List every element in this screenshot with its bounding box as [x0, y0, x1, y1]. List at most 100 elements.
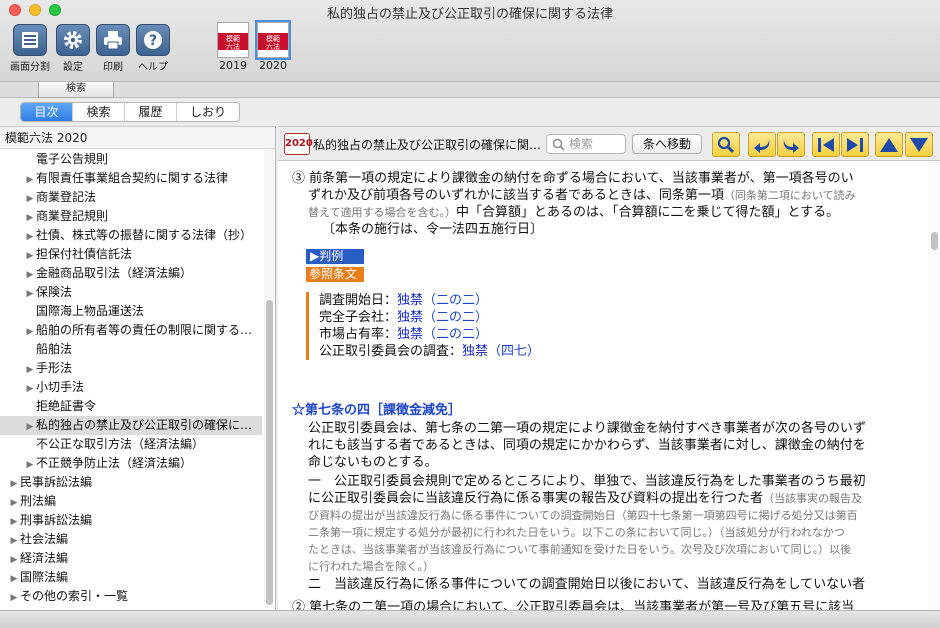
disclosure-triangle-icon[interactable]: ▶: [8, 570, 20, 587]
text-line: 命じないものとする。: [308, 455, 438, 470]
disclosure-triangle-icon[interactable]: ▶: [24, 323, 36, 340]
disclosure-triangle-icon[interactable]: ▶: [8, 494, 20, 511]
disclosure-triangle-icon[interactable]: ▶: [8, 513, 20, 530]
reference-term: 調査開始日：: [319, 293, 398, 308]
tree-item[interactable]: ▶ 刑法編: [0, 492, 262, 511]
tree-item[interactable]: ▶ 刑事訴訟法編: [0, 511, 262, 530]
tree-item-label: 商業登記法: [36, 190, 97, 204]
tree-item-label: 電子公告規則: [36, 152, 109, 166]
document-scrollbar[interactable]: [928, 162, 940, 611]
reference-term: 公正取引委員会の調査：: [319, 344, 463, 359]
tree-item-label: 社会法編: [20, 532, 69, 546]
disclosure-triangle-icon[interactable]: ▶: [24, 190, 36, 207]
triangle-down-icon: [910, 137, 928, 152]
text-line: 一 公正取引委員会規則で定めるところにより、単独で、当該違反行為をした事業者のう…: [308, 474, 866, 489]
disclosure-triangle-icon[interactable]: ▶: [24, 361, 36, 378]
contents-header: 模範六法 2020: [0, 127, 275, 149]
reference-link[interactable]: 独禁: [397, 310, 423, 325]
disclosure-triangle-icon[interactable]: ▶: [8, 475, 20, 492]
scroll-up-button[interactable]: [875, 132, 903, 157]
tree-item[interactable]: 船舶法: [0, 340, 262, 359]
tree-item[interactable]: ▶ 担保付社債信託法: [0, 245, 262, 264]
note-text: たときは、当該事業者が当該違反行為について事前通知を受けた日をいう。次号及び次項…: [308, 543, 852, 556]
next-article-button[interactable]: [841, 132, 869, 157]
tree-item[interactable]: ▶ 小切手法: [0, 378, 262, 397]
search-tab-button[interactable]: 検索: [38, 82, 114, 98]
tree-item[interactable]: ▶ 商業登記法: [0, 188, 262, 207]
disclosure-triangle-icon[interactable]: ▶: [24, 209, 36, 226]
find-button[interactable]: [712, 132, 740, 157]
disclosure-triangle-icon[interactable]: ▶: [24, 171, 36, 188]
note-text: （同条第二項において読み: [723, 189, 856, 202]
tree-item-label: 船舶の所有者等の責任の制限に関する…: [36, 323, 253, 337]
tree-item[interactable]: ▶ 商業登記規則: [0, 207, 262, 226]
disclosure-triangle-icon[interactable]: ▶: [8, 551, 20, 568]
tree-item[interactable]: 不公正な取引方法（経済法編）: [0, 435, 262, 454]
article-heading: ☆第七条の四［課徴金減免］: [292, 403, 462, 418]
book-2020-button[interactable]: 模範 六法 2020 2020: [253, 20, 293, 72]
back-button[interactable]: [748, 132, 776, 157]
note-text: に行われた場合を除く。）: [308, 560, 434, 573]
help-button[interactable]: ? ヘルプ: [129, 24, 177, 73]
item-2: 二 当該違反行為に係る事件についての調査開始日以後において、当該違反行為をしてい…: [308, 577, 866, 592]
tree-item[interactable]: 電子公告規則: [0, 150, 262, 169]
reference-link[interactable]: 独禁: [462, 344, 488, 359]
tab-bookmarks[interactable]: しおり: [177, 103, 239, 121]
previous-icon: [818, 137, 834, 152]
disclosure-triangle-icon[interactable]: ▶: [24, 380, 36, 397]
tree-item-label: 保険法: [36, 285, 73, 299]
tree-item[interactable]: ▶ 経済法編: [0, 549, 262, 568]
book-2019-button[interactable]: 模範 六法 2019 2019: [213, 22, 253, 72]
reference-link[interactable]: 独禁: [397, 293, 423, 308]
disclosure-triangle-icon[interactable]: ▶: [8, 532, 20, 549]
reference-link[interactable]: 独禁: [397, 327, 423, 342]
tree-item-label: 経済法編: [20, 551, 69, 565]
disclosure-triangle-icon[interactable]: ▶: [24, 228, 36, 245]
jump-to-article-button[interactable]: 条へ移動: [632, 134, 702, 154]
magnifier-icon: [717, 136, 735, 153]
document-search-input[interactable]: 検索: [546, 134, 626, 154]
tab-contents[interactable]: 目次: [21, 103, 73, 121]
case-law-button[interactable]: ▶判例: [306, 249, 364, 264]
forward-button[interactable]: [777, 132, 805, 157]
split-view-button[interactable]: 画面分割: [6, 24, 54, 73]
reference-article-link[interactable]: （二の二）: [423, 327, 488, 342]
tree-item[interactable]: ▶ 船舶の所有者等の責任の制限に関する…: [0, 321, 262, 340]
tree-item[interactable]: ▶ 社債、株式等の振替に関する法律（抄）: [0, 226, 262, 245]
tree-item[interactable]: ▶ 金融商品取引法（経済法編）: [0, 264, 262, 283]
tree-item[interactable]: ▶ 手形法: [0, 359, 262, 378]
tree-item[interactable]: ▶ 有限責任事業組合契約に関する法律: [0, 169, 262, 188]
tree-item[interactable]: ▶ 民事訴訟法編: [0, 473, 262, 492]
triangle-up-icon: [880, 137, 898, 152]
tree-item[interactable]: ▶ 国際法編: [0, 568, 262, 587]
tree-item[interactable]: ▶ 社会法編: [0, 530, 262, 549]
contents-scroll-thumb[interactable]: [266, 300, 273, 605]
tab-history[interactable]: 履歴: [125, 103, 177, 121]
disclosure-triangle-icon[interactable]: ▶: [24, 456, 36, 473]
previous-article-button[interactable]: [812, 132, 840, 157]
tree-item-label: 刑事訴訟法編: [20, 513, 93, 527]
tab-search[interactable]: 検索: [73, 103, 125, 121]
tree-item[interactable]: ▶ 私的独占の禁止及び公正取引の確保に…: [0, 416, 262, 435]
reference-article-link[interactable]: （二の二）: [423, 293, 488, 308]
tree-item[interactable]: ▶ その他の索引・一覧: [0, 587, 262, 606]
note-text: 二条第一項に規定する処分が最初に行われた日をいう。以下この条において同じ。）（当…: [308, 526, 845, 539]
document-scroll-thumb[interactable]: [931, 232, 938, 250]
reference-article-link[interactable]: （二の二）: [423, 310, 488, 325]
tree-item[interactable]: 拒絶証書令: [0, 397, 262, 416]
disclosure-triangle-icon[interactable]: ▶: [24, 418, 36, 435]
reference-term: 完全子会社：: [319, 310, 398, 325]
tree-item[interactable]: ▶ 保険法: [0, 283, 262, 302]
disclosure-triangle-icon[interactable]: ▶: [24, 285, 36, 302]
disclosure-triangle-icon[interactable]: ▶: [24, 266, 36, 283]
reference-article-link[interactable]: （四七）: [488, 344, 540, 359]
contents-scrollbar[interactable]: [264, 150, 274, 608]
paragraph-number: ③: [292, 171, 306, 186]
disclosure-triangle-icon[interactable]: ▶: [8, 589, 20, 606]
disclosure-triangle-icon[interactable]: ▶: [24, 247, 36, 264]
tree-item[interactable]: 国際海上物品運送法: [0, 302, 262, 321]
tree-item[interactable]: ▶ 不正競争防止法（経済法編）: [0, 454, 262, 473]
tree-item-label: 船舶法: [36, 342, 73, 356]
status-bar: [0, 610, 940, 628]
scroll-down-button[interactable]: [905, 132, 933, 157]
